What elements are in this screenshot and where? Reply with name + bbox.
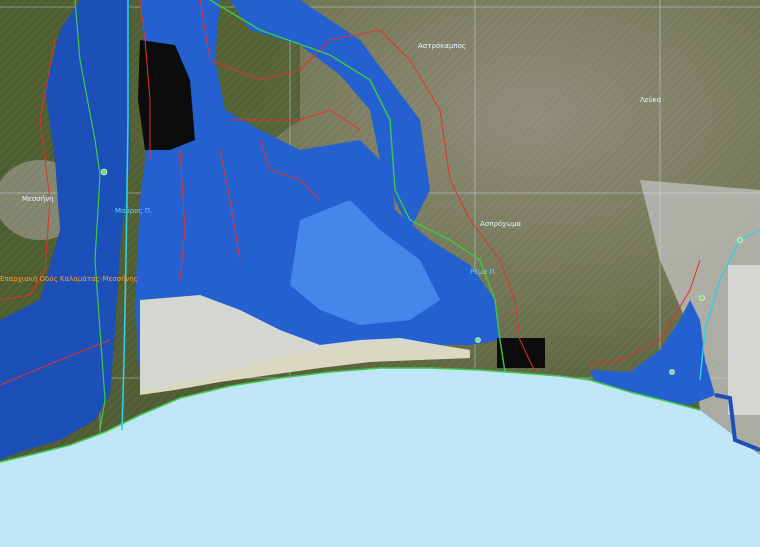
river-label-rema: Ρέμα Π. — [470, 268, 497, 276]
place-label-lefka: Λεύκα — [640, 96, 662, 104]
place-label-asprochoma: Ασπρόχωμα — [480, 220, 522, 228]
map-canvas — [0, 0, 760, 547]
river-label-mavros: Μαύρος Π. — [115, 207, 153, 215]
place-label-astrokampos: Αστρόκαμπος — [418, 42, 466, 50]
road-label-provincial: Επαρχιακή Οδός Καλαμάτας-Μεσσήνης — [0, 275, 138, 283]
flood-hazard-map[interactable]: Αστρόκαμπος Λεύκα Μεσσήνη Ασπρόχωμα Μαύρ… — [0, 0, 760, 547]
place-label-messini: Μεσσήνη — [22, 195, 54, 203]
